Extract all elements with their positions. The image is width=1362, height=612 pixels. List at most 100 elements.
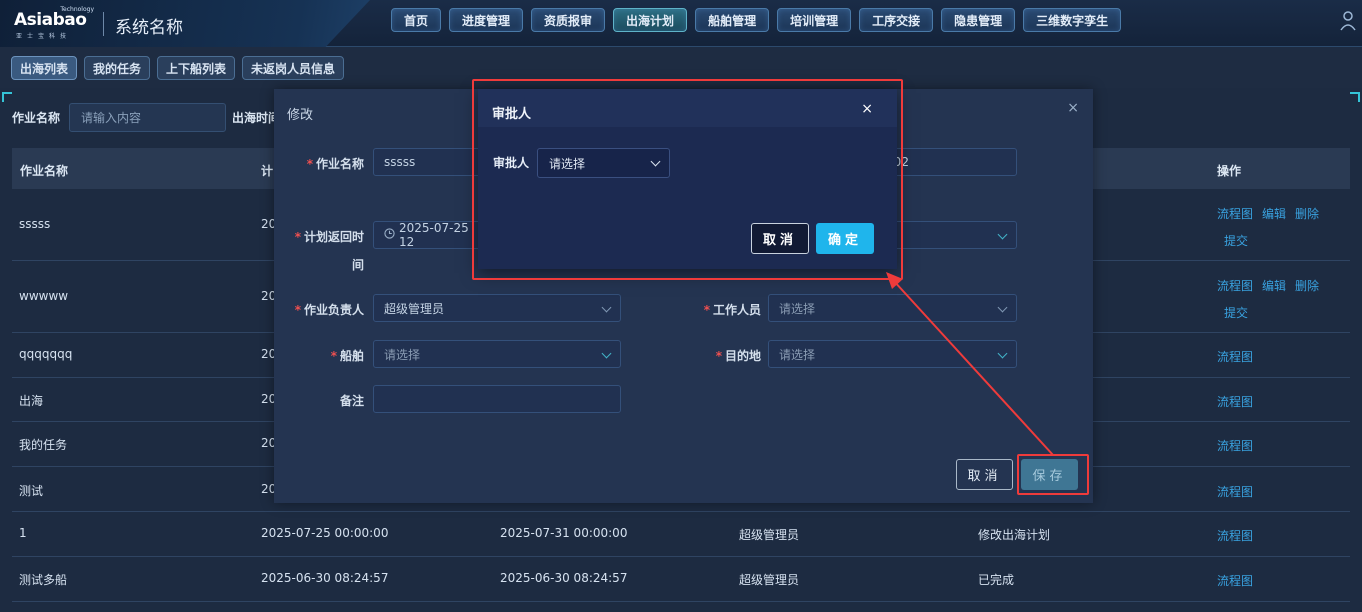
- flowchart-link[interactable]: 流程图: [1217, 350, 1253, 364]
- nav-sea-plan[interactable]: 出海计划: [613, 8, 688, 32]
- cell-plan-start: 2025-06-30 08:24:57: [261, 571, 389, 585]
- nav-training[interactable]: 培训管理: [777, 8, 852, 32]
- ops-cell: 流程图: [1217, 572, 1262, 589]
- chevron-down-icon: [997, 229, 1008, 240]
- dialog-title: 修改: [287, 108, 314, 123]
- ops-cell-second-line: 提交: [1224, 232, 1257, 249]
- tab-boarding-list[interactable]: 上下船列表: [157, 56, 236, 80]
- top-header: Asiabao Technology 亚士宝科技 系统名称 首页 进度管理 资质…: [0, 0, 1362, 47]
- nav-hazard[interactable]: 隐患管理: [941, 8, 1016, 32]
- tab-my-tasks[interactable]: 我的任务: [84, 56, 151, 80]
- table-row: 测试多船 2025-06-30 08:24:57 2025-06-30 08:2…: [12, 557, 1350, 602]
- cell-name: 1: [19, 526, 27, 540]
- worker-select[interactable]: 请选择: [768, 294, 1017, 322]
- cell-name: 出海: [19, 394, 44, 408]
- cell-plan-start: 2025-07-25 00:00:00: [261, 526, 389, 540]
- ops-cell: 流程图: [1217, 348, 1262, 365]
- nav-qualification[interactable]: 资质报审: [531, 8, 606, 32]
- cell-status: 已完成: [978, 573, 1015, 587]
- tab-sea-list[interactable]: 出海列表: [11, 56, 78, 80]
- remark-input[interactable]: [373, 385, 621, 413]
- cell-name: 我的任务: [19, 438, 68, 452]
- search-input[interactable]: 请输入内容: [69, 103, 226, 132]
- submit-link[interactable]: 提交: [1224, 234, 1248, 248]
- return-time-input[interactable]: 2025-07-25 12: [373, 221, 483, 249]
- flowchart-link[interactable]: 流程图: [1217, 207, 1253, 221]
- leader-label: * 作业负责人: [294, 303, 364, 317]
- edit-link[interactable]: 编辑: [1262, 279, 1286, 293]
- leader-select[interactable]: 超级管理员: [373, 294, 621, 322]
- nav-digital-twin[interactable]: 三维数字孪生: [1023, 8, 1122, 32]
- flowchart-link[interactable]: 流程图: [1217, 395, 1253, 409]
- cell-name: wwwww: [19, 289, 69, 303]
- destination-label: * 目的地: [715, 349, 761, 363]
- delete-link[interactable]: 删除: [1295, 207, 1319, 221]
- ops-cell: 流程图: [1217, 527, 1262, 544]
- ops-cell: 流程图 编辑 删除: [1217, 277, 1328, 294]
- column-header-plan: 计: [261, 164, 274, 178]
- column-header-ops: 操作: [1217, 164, 1242, 178]
- logo-tag: Technology: [60, 6, 94, 13]
- ops-cell: 流程图 编辑 删除: [1217, 205, 1328, 222]
- flowchart-link[interactable]: 流程图: [1217, 485, 1253, 499]
- flowchart-link[interactable]: 流程图: [1217, 439, 1253, 453]
- delete-link[interactable]: 删除: [1295, 279, 1319, 293]
- flowchart-link[interactable]: 流程图: [1217, 574, 1253, 588]
- company-logo: Asiabao Technology 亚士宝科技: [14, 6, 94, 40]
- flowchart-link[interactable]: 流程图: [1217, 279, 1253, 293]
- ops-cell: 流程图: [1217, 393, 1262, 410]
- close-icon[interactable]: ×: [1067, 100, 1079, 116]
- cell-leader: 超级管理员: [739, 573, 800, 587]
- return-time-value: 2025-07-25 12: [399, 221, 469, 249]
- search-time-label: 出海时间: [232, 111, 274, 125]
- ship-select[interactable]: 请选择: [373, 340, 621, 368]
- chevron-down-icon: [601, 302, 612, 313]
- cell-name: 测试: [19, 484, 44, 498]
- annotation-box-approver: [472, 79, 903, 280]
- nav-progress[interactable]: 进度管理: [449, 8, 524, 32]
- cell-name: sssss: [19, 217, 51, 231]
- cell-name: 测试多船: [19, 573, 68, 587]
- nav-ship[interactable]: 船舶管理: [695, 8, 770, 32]
- logo-text: Asiabao: [14, 10, 87, 30]
- ops-cell: 流程图: [1217, 437, 1262, 454]
- edit-link[interactable]: 编辑: [1262, 207, 1286, 221]
- ops-cell-second-line: 提交: [1224, 304, 1257, 321]
- cell-plan-return: 2025-06-30 08:24:57: [500, 571, 628, 585]
- cell-status: 修改出海计划: [978, 528, 1051, 542]
- clock-icon: [384, 228, 395, 242]
- cell-plan-return: 2025-07-31 00:00:00: [500, 526, 628, 540]
- ship-label: * 船舶: [330, 349, 364, 363]
- user-icon[interactable]: [1339, 10, 1357, 32]
- chevron-down-icon: [997, 302, 1008, 313]
- worker-label: * 工作人员: [703, 303, 761, 317]
- cancel-button[interactable]: 取消: [956, 459, 1013, 490]
- return-time-label-wrap: 间: [351, 258, 364, 272]
- panel-corner-decoration: [2, 92, 12, 102]
- logo-divider: [103, 12, 104, 36]
- annotation-box-save: [1017, 454, 1089, 495]
- logo-area: Asiabao Technology 亚士宝科技 系统名称: [0, 0, 370, 47]
- job-name-input[interactable]: sssss: [373, 148, 483, 176]
- tab-unreturned-staff[interactable]: 未返岗人员信息: [242, 56, 345, 80]
- job-name-label: * 作业名称: [306, 157, 364, 171]
- column-header-name: 作业名称: [20, 164, 69, 178]
- return-time-label: * 计划返回时: [294, 230, 364, 244]
- logo-subtext: 亚士宝科技: [16, 33, 72, 40]
- cell-leader: 超级管理员: [739, 528, 800, 542]
- sub-tabs: 出海列表 我的任务 上下船列表 未返岗人员信息: [11, 56, 345, 80]
- nav-home[interactable]: 首页: [391, 8, 442, 32]
- flowchart-link[interactable]: 流程图: [1217, 529, 1253, 543]
- table-row: 1 2025-07-25 00:00:00 2025-07-31 00:00:0…: [12, 512, 1350, 557]
- chevron-down-icon: [601, 348, 612, 359]
- nav-handover[interactable]: 工序交接: [859, 8, 934, 32]
- ops-cell: 流程图: [1217, 483, 1262, 500]
- destination-select[interactable]: 请选择: [768, 340, 1017, 368]
- cell-name: qqqqqqq: [19, 347, 73, 361]
- panel-corner-decoration: [1350, 92, 1360, 102]
- remark-label: 备注: [339, 394, 364, 408]
- system-name: 系统名称: [115, 18, 183, 38]
- submit-link[interactable]: 提交: [1224, 306, 1248, 320]
- main-nav: 首页 进度管理 资质报审 出海计划 船舶管理 培训管理 工序交接 隐患管理 三维…: [391, 8, 1122, 32]
- search-label: 作业名称: [12, 111, 61, 125]
